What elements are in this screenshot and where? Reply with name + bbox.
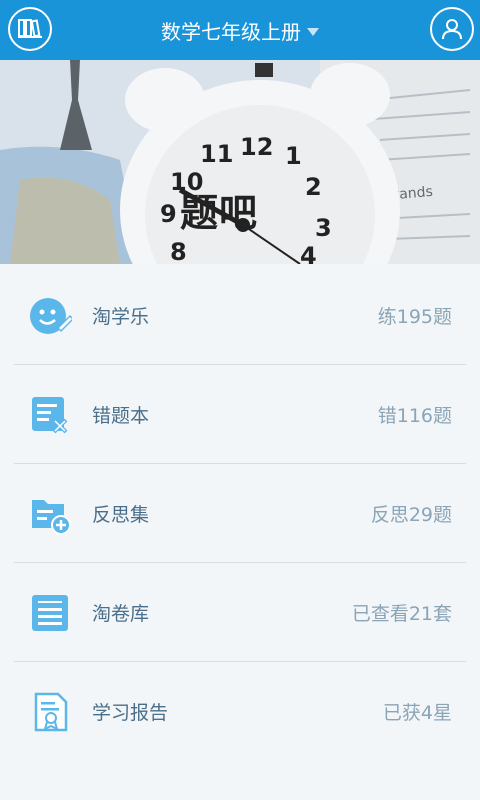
svg-text:8: 8: [170, 238, 187, 264]
menu-stat: 练195题: [377, 306, 452, 328]
certificate-icon: [34, 692, 68, 732]
svg-text:2: 2: [305, 173, 322, 201]
menu-stat: 错116题: [377, 405, 452, 427]
menu-label: 淘学乐: [92, 306, 150, 328]
menu-item-taojuanku[interactable]: 淘卷库 已查看21套: [0, 563, 480, 661]
paper-list-icon: [32, 595, 68, 631]
smile-pencil-icon: [30, 298, 72, 334]
menu-label: 学习报告: [92, 702, 169, 724]
svg-text:9: 9: [160, 200, 177, 228]
menu-label: 反思集: [92, 504, 150, 526]
wrong-notebook-icon: [32, 397, 68, 434]
user-icon[interactable]: [430, 7, 474, 51]
menu-item-taoxuele[interactable]: 淘学乐 练195题: [0, 266, 480, 364]
svg-text:1: 1: [285, 142, 302, 170]
top-bar: 数学七年级上册: [0, 0, 480, 60]
svg-text:11: 11: [200, 140, 233, 168]
chevron-down-icon[interactable]: [307, 27, 319, 36]
brand-logo: 题吧: [180, 191, 259, 235]
banner[interactable]: brands 11 12 1 10 2 9 3 8 4 题吧: [0, 60, 480, 264]
menu-label: 淘卷库: [92, 603, 150, 625]
menu-list: 淘学乐 练195题 错题本 错116题 反思集 反思29题 淘卷库 已查看21套…: [0, 266, 480, 760]
folder-add-icon: [32, 500, 71, 535]
menu-item-cuotiben[interactable]: 错题本 错116题: [0, 365, 480, 463]
menu-stat: 已查看21套: [351, 603, 452, 625]
menu-stat: 反思29题: [370, 504, 452, 526]
svg-text:4: 4: [300, 242, 317, 264]
menu-label: 错题本: [92, 405, 150, 427]
svg-text:12: 12: [240, 133, 273, 161]
svg-text:3: 3: [315, 214, 332, 242]
book-title[interactable]: 数学七年级上册: [161, 16, 301, 45]
menu-item-fansiji[interactable]: 反思集 反思29题: [0, 464, 480, 562]
menu-stat: 已获4星: [382, 702, 452, 724]
menu-item-xuexibaogao[interactable]: 学习报告 已获4星: [0, 662, 480, 760]
title-wrap[interactable]: 数学七年级上册: [0, 0, 480, 60]
